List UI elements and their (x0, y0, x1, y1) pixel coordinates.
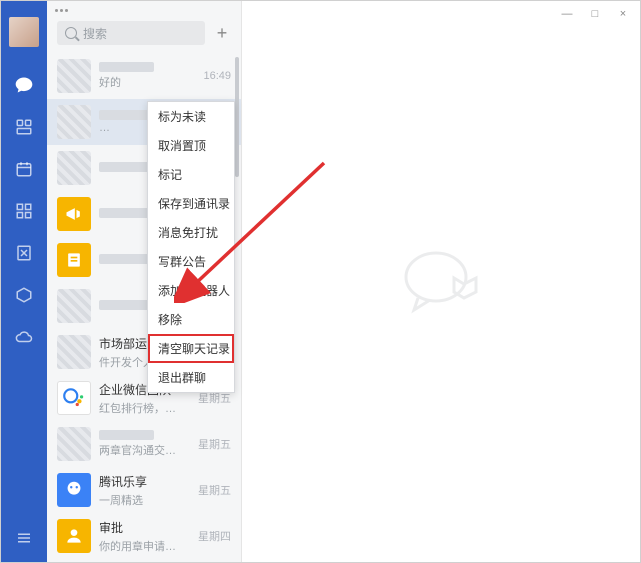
chat-item[interactable]: 好的 16:49 (47, 53, 241, 99)
nav-menu-icon[interactable] (14, 528, 34, 548)
context-menu-item[interactable]: 标记 (148, 160, 234, 189)
chat-item[interactable]: 两章官沟通交流12:1… 星期五 (47, 421, 241, 467)
chat-name (99, 62, 154, 72)
minimize-button[interactable]: — (560, 7, 574, 21)
chat-preview: 你的用章申请（不外… (99, 538, 186, 554)
chat-item[interactable]: 审批你的用章申请（不外… 星期四 (47, 513, 241, 559)
user-avatar[interactable] (9, 17, 39, 47)
chat-time: 16:49 (203, 70, 231, 82)
chat-name (99, 162, 154, 172)
context-menu-item[interactable]: 移除 (148, 305, 234, 334)
chat-avatar (57, 427, 91, 461)
chat-avatar (57, 519, 91, 553)
chat-avatar (57, 243, 91, 277)
nav-docs-icon[interactable] (14, 243, 34, 263)
chat-avatar (57, 197, 91, 231)
chat-avatar (57, 335, 91, 369)
chat-name: 腾讯乐享 (99, 473, 186, 490)
chat-time: 星期五 (198, 436, 231, 452)
chat-preview: 红包排行榜，看进入… (99, 400, 186, 416)
nav-workspace-icon[interactable] (14, 285, 34, 305)
nav-chat-icon[interactable] (14, 75, 34, 95)
maximize-button[interactable]: □ (588, 7, 602, 21)
left-nav (1, 1, 47, 562)
new-chat-button[interactable]: + (213, 24, 231, 42)
panel-handle-icon (55, 5, 69, 15)
context-menu-item[interactable]: 保存到通讯录 (148, 189, 234, 218)
chat-avatar (57, 381, 91, 415)
search-placeholder: 搜索 (83, 25, 107, 42)
nav-calendar-icon[interactable] (14, 159, 34, 179)
chat-avatar (57, 151, 91, 185)
nav-cloud-icon[interactable] (14, 327, 34, 347)
chat-avatar (57, 59, 91, 93)
search-icon (65, 27, 77, 39)
chat-preview: 好的 (99, 74, 191, 90)
chat-item[interactable]: 腾讯乐享一周精选星期五 (47, 467, 241, 513)
context-menu-item[interactable]: 标为未读 (148, 102, 234, 131)
chat-name: 审批 (99, 519, 186, 536)
search-input[interactable]: 搜索 (57, 21, 205, 45)
chat-time: 星期四 (198, 528, 231, 544)
chat-preview: 一周精选 (99, 492, 186, 508)
chat-name (99, 208, 154, 218)
chat-preview: 两章官沟通交流12:1… (99, 442, 186, 458)
chat-avatar (57, 289, 91, 323)
window-controls: — □ × (560, 7, 630, 21)
chat-time: 星期五 (198, 482, 231, 498)
context-menu-item[interactable]: 取消置顶 (148, 131, 234, 160)
scrollbar-thumb[interactable] (235, 57, 239, 177)
chat-avatar (57, 473, 91, 507)
chat-name (99, 430, 154, 440)
context-menu-item[interactable]: 清空聊天记录 (148, 334, 234, 363)
context-menu-item[interactable]: 添加群机器人 (148, 276, 234, 305)
chat-avatar (57, 105, 91, 139)
empty-state-icon (396, 242, 486, 322)
context-menu-item[interactable]: 写群公告 (148, 247, 234, 276)
main-area: — □ × (242, 1, 640, 562)
close-button[interactable]: × (616, 7, 630, 21)
context-menu: 标为未读取消置顶标记保存到通讯录消息免打扰写群公告添加群机器人移除清空聊天记录退… (147, 101, 235, 393)
context-menu-item[interactable]: 退出群聊 (148, 363, 234, 392)
nav-apps-icon[interactable] (14, 201, 34, 221)
context-menu-item[interactable]: 消息免打扰 (148, 218, 234, 247)
chat-name (99, 300, 154, 310)
chat-name (99, 254, 154, 264)
nav-contacts-icon[interactable] (14, 117, 34, 137)
chat-name (99, 110, 154, 120)
